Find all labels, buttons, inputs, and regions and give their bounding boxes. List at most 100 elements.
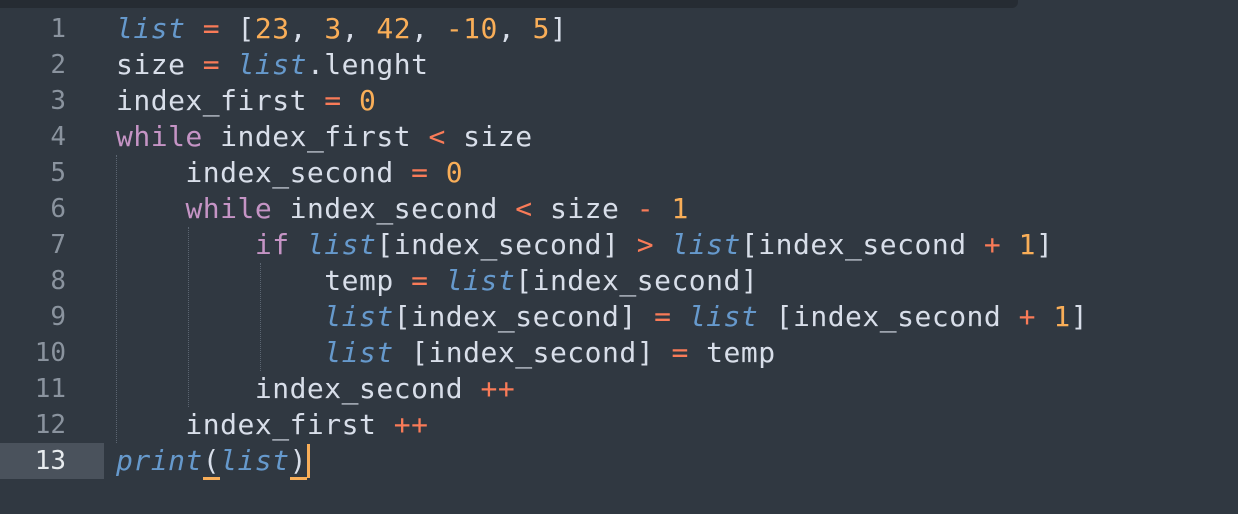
code-token: [index_second] xyxy=(515,264,759,297)
line-number: 11 xyxy=(34,374,66,404)
code-token: ++ xyxy=(393,408,429,441)
code-line[interactable]: list = [23, 3, 42, -10, 5] xyxy=(116,11,1238,47)
code-token: list xyxy=(671,228,741,261)
line-number: 13 xyxy=(0,443,104,479)
code-token: list xyxy=(220,444,290,477)
code-token: index_first xyxy=(202,120,429,153)
code-token: [index_second xyxy=(740,228,984,261)
code-token: [index_second] xyxy=(393,300,655,333)
code-token: = xyxy=(324,84,342,117)
code-token: [index_second xyxy=(758,300,1019,333)
code-token: [index_second] xyxy=(393,336,672,369)
code-token: 3 xyxy=(324,12,342,45)
code-line[interactable]: while index_second < size - 1 xyxy=(116,191,1238,227)
code-token: index_second xyxy=(272,192,516,225)
code-token: ( xyxy=(202,444,221,480)
indent-guide xyxy=(116,155,117,443)
code-token: size xyxy=(445,120,533,153)
code-token: list xyxy=(306,228,377,261)
code-token: ) xyxy=(289,444,307,480)
code-token: 1 xyxy=(671,192,689,225)
code-token: < xyxy=(515,192,533,225)
line-number-gutter: 1 2 3 4 5 6 7 8 9 10 11 12 13 xyxy=(0,11,104,479)
code-line[interactable]: index_second = 0 xyxy=(116,155,1238,191)
code-token: ++ xyxy=(480,372,516,405)
code-token: temp xyxy=(116,264,412,297)
code-line[interactable]: list [index_second] = temp xyxy=(116,335,1238,371)
code-token: ] xyxy=(1070,300,1089,333)
code-token: ] xyxy=(1036,228,1054,261)
code-line[interactable]: temp = list[index_second] xyxy=(116,263,1238,299)
code-token: , xyxy=(497,12,533,45)
code-token: size xyxy=(532,192,637,225)
code-token: index_second xyxy=(116,156,412,189)
code-token: list xyxy=(688,300,759,333)
code-token: 1 xyxy=(1018,228,1036,261)
code-token: 23 xyxy=(254,12,290,45)
code-token: < xyxy=(428,120,446,153)
code-token: - xyxy=(636,192,655,225)
code-token: index_second xyxy=(116,372,481,405)
code-token: > xyxy=(636,228,655,261)
code-token: list xyxy=(237,48,307,81)
code-token: while xyxy=(185,192,273,225)
code-token: = xyxy=(654,300,672,333)
code-token: 1 xyxy=(1053,300,1071,333)
code-token: , xyxy=(341,12,377,45)
code-token: , xyxy=(411,12,446,45)
code-editor[interactable]: 1 2 3 4 5 6 7 8 9 10 11 12 13 list = [23, 3, 42, -10… xyxy=(0,0,1238,514)
code-token: -10 xyxy=(445,12,498,45)
code-token: index_first xyxy=(116,84,325,117)
code-token: 42 xyxy=(376,12,412,45)
code-token: list xyxy=(324,300,394,333)
code-token: = xyxy=(202,48,221,81)
code-token: = xyxy=(411,264,429,297)
code-line[interactable]: index_first ++ xyxy=(116,407,1238,443)
line-number: 1 xyxy=(50,14,66,44)
code-token: = xyxy=(411,156,429,189)
code-token: if xyxy=(254,228,290,261)
code-line[interactable]: list[index_second] = list [index_second … xyxy=(116,299,1238,335)
line-number: 9 xyxy=(50,302,66,332)
code-token: = xyxy=(202,12,221,45)
code-token: while xyxy=(116,120,203,153)
code-line[interactable]: if list[index_second] > list[index_secon… xyxy=(116,227,1238,263)
code-token: list xyxy=(324,336,394,369)
line-number: 2 xyxy=(50,50,66,80)
code-token: 0 xyxy=(359,84,377,117)
code-token: ] xyxy=(549,12,568,45)
code-token: 0 xyxy=(445,156,464,189)
code-token: [ xyxy=(237,12,255,45)
editor-top-bar xyxy=(0,0,1018,8)
code-token: list xyxy=(116,12,186,45)
code-line[interactable]: index_first = 0 xyxy=(116,83,1238,119)
indent-guide xyxy=(188,227,189,407)
code-token: list xyxy=(445,264,516,297)
code-line[interactable]: index_second ++ xyxy=(116,371,1238,407)
line-number: 7 xyxy=(50,230,66,260)
code-token: + xyxy=(1018,300,1036,333)
code-token: temp xyxy=(688,336,776,369)
line-number: 3 xyxy=(50,86,66,116)
code-token: .lenght xyxy=(306,48,429,81)
code-line[interactable]: print(list) xyxy=(116,443,1238,480)
code-area[interactable]: list = [23, 3, 42, -10, 5] size = list.le… xyxy=(116,11,1238,480)
code-token: , xyxy=(289,12,325,45)
line-number: 6 xyxy=(50,194,66,224)
text-caret xyxy=(306,444,310,478)
code-line[interactable]: size = list.lenght xyxy=(116,47,1238,83)
code-line[interactable]: while index_first < size xyxy=(116,119,1238,155)
